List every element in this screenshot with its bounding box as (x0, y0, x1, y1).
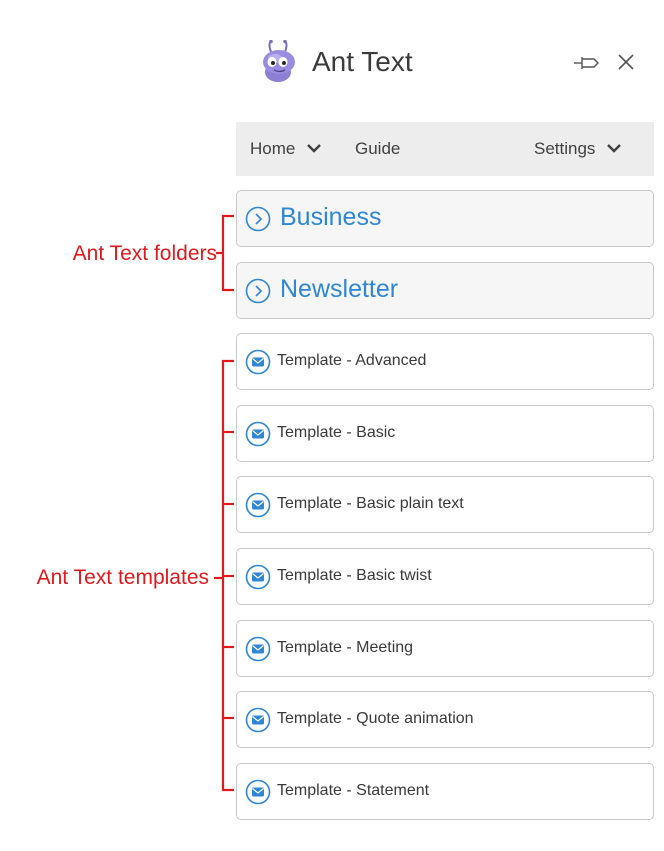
annotation-brackets (214, 214, 234, 792)
annotation-folders-label: Ant Text folders (72, 242, 217, 265)
annotation-templates-label: Ant Text templates (36, 566, 209, 589)
